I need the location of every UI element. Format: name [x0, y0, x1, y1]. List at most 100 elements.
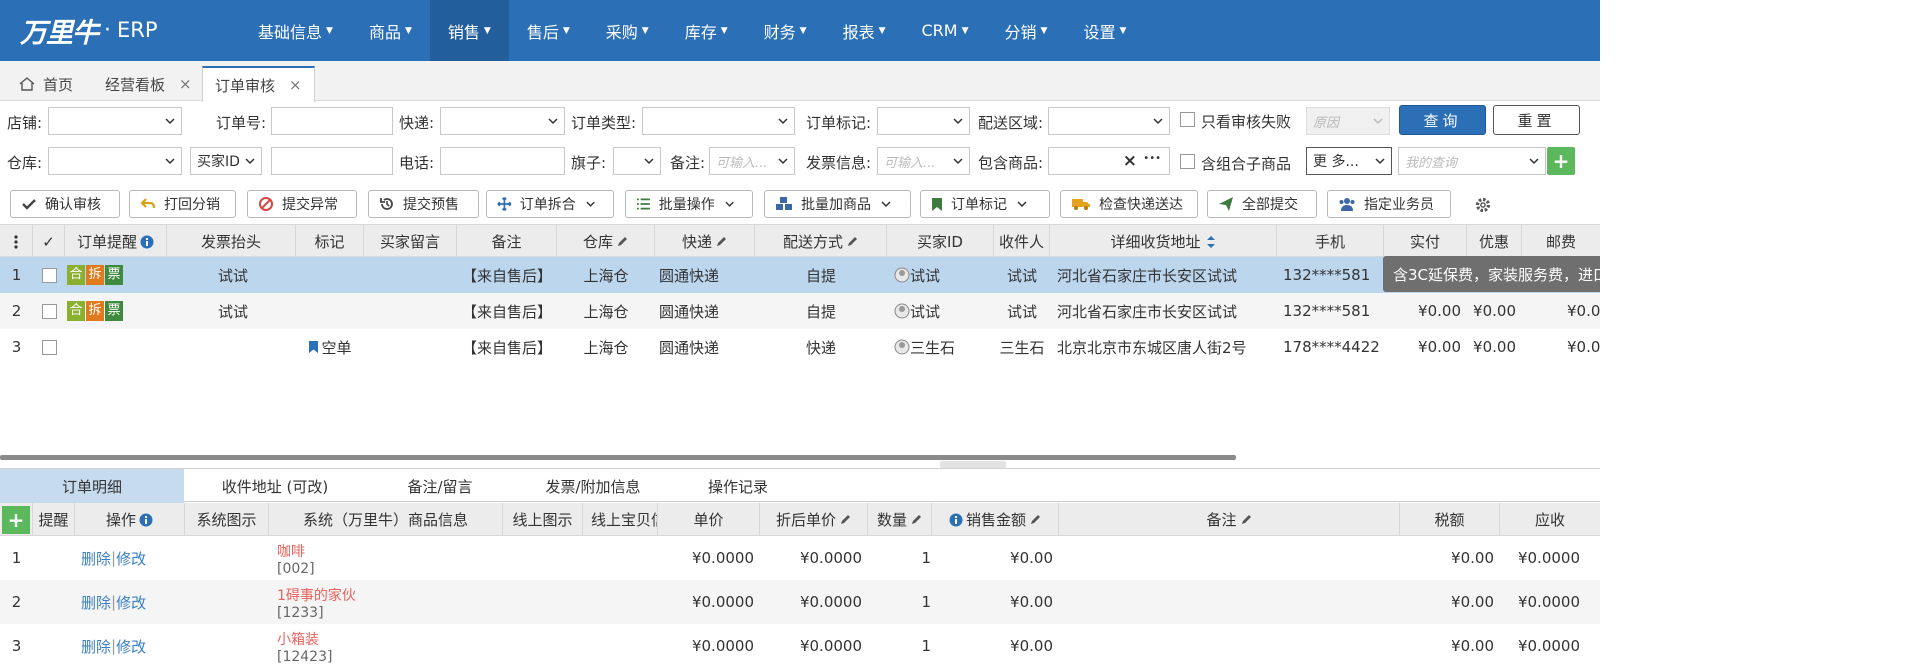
nav-after-sales[interactable]: 售后 ▼ — [509, 0, 588, 61]
order-type-select[interactable] — [642, 107, 795, 135]
col-reminder[interactable]: 提醒 — [33, 503, 75, 536]
my-query-select[interactable]: 我的查询 — [1398, 147, 1546, 175]
check-delivery-button[interactable]: 检查快递送达 — [1060, 190, 1198, 218]
confirm-review-button[interactable]: 确认审核 — [10, 190, 120, 218]
col-online-goods-info[interactable]: 线上宝贝信 — [583, 503, 658, 536]
order-mark-select[interactable] — [877, 107, 970, 135]
col-address[interactable]: 详细收货地址 — [1050, 225, 1277, 258]
nav-crm[interactable]: CRM ▼ — [904, 0, 987, 61]
shop-select[interactable] — [48, 107, 182, 135]
nav-finance[interactable]: 财务 ▼ — [746, 0, 825, 61]
logo[interactable]: 万里牛 · ERP — [20, 10, 158, 50]
edit-link[interactable]: 修改 — [116, 592, 146, 613]
list-item[interactable]: 3 删除 | 修改 小箱装 [12423] ¥0.0000 ¥0.0000 1 ¥0… — [0, 624, 1600, 668]
remark-select[interactable]: 可输入... — [709, 147, 795, 175]
only-failed-checkbox[interactable] — [1180, 112, 1195, 127]
col-warehouse[interactable]: 仓库 — [557, 225, 655, 258]
nav-settings[interactable]: 设置 ▼ — [1065, 0, 1144, 61]
tab-invoice-info[interactable]: 发票/附加信息 — [518, 469, 668, 503]
col-order-reminder[interactable]: 订单提醒 — [65, 225, 167, 258]
submit-exception-button[interactable]: 提交异常 — [247, 190, 357, 218]
col-delivery-method[interactable]: 配送方式 — [755, 225, 887, 258]
col-postage[interactable]: 邮费 — [1522, 225, 1600, 258]
col-express[interactable]: 快递 — [655, 225, 755, 258]
order-mark-button[interactable]: 订单标记 — [920, 190, 1050, 218]
col-mark[interactable]: 标记 — [296, 225, 364, 258]
col-unit-price[interactable]: 单价 — [658, 503, 760, 536]
add-query-button[interactable]: + — [1547, 147, 1575, 175]
column-menu-icon[interactable] — [0, 225, 33, 258]
tab-operation-log[interactable]: 操作记录 — [678, 469, 798, 503]
return-distribution-button[interactable]: 打回分销 — [129, 190, 236, 218]
nav-purchase[interactable]: 采购 ▼ — [588, 0, 667, 61]
product-name[interactable]: 1碍事的家伙 — [277, 585, 503, 605]
tab-shipping-address[interactable]: 收件地址 (可改) — [200, 469, 350, 503]
col-invoice-title[interactable]: 发票抬头 — [167, 225, 296, 258]
nav-inventory[interactable]: 库存 ▼ — [667, 0, 746, 61]
assign-salesman-button[interactable]: 指定业务员 — [1327, 190, 1451, 218]
col-remark[interactable]: 备注 — [457, 225, 557, 258]
combo-checkbox[interactable] — [1180, 154, 1195, 169]
delete-link[interactable]: 删除 — [81, 636, 111, 657]
col-operation[interactable]: 操作 — [75, 503, 185, 536]
invoice-select[interactable]: 可输入... — [877, 147, 970, 175]
batch-operation-button[interactable]: 批量操作 — [625, 190, 753, 218]
list-item[interactable]: 1 删除 | 修改 咖啡 [002] ¥0.0000 ¥0.0000 1 ¥0.00… — [0, 536, 1600, 580]
phone-input[interactable] — [440, 147, 565, 175]
col-quantity[interactable]: 数量 — [868, 503, 932, 536]
reset-button[interactable]: 重置 — [1493, 105, 1580, 135]
col-buyer-id[interactable]: 买家ID — [887, 225, 994, 258]
warehouse-select[interactable] — [48, 147, 182, 175]
col-phone[interactable]: 手机 — [1277, 225, 1384, 258]
tab-order-review[interactable]: 订单审核 × — [202, 66, 315, 102]
tab-remarks[interactable]: 备注/留言 — [380, 469, 500, 503]
nav-distribution[interactable]: 分销 ▼ — [987, 0, 1066, 61]
col-receivable[interactable]: 应收 — [1500, 503, 1600, 536]
clear-icon[interactable]: × — [1123, 151, 1137, 171]
col-discount-price[interactable]: 折后单价 — [760, 503, 868, 536]
close-icon[interactable]: × — [179, 75, 192, 93]
delete-link[interactable]: 删除 — [81, 548, 111, 569]
nav-basic-info[interactable]: 基础信息 ▼ — [240, 0, 351, 61]
delete-link[interactable]: 删除 — [81, 592, 111, 613]
nav-reports[interactable]: 报表 ▼ — [825, 0, 904, 61]
tab-home[interactable]: 首页 — [6, 66, 86, 101]
col-receiver[interactable]: 收件人 — [994, 225, 1050, 258]
row-checkbox[interactable] — [33, 257, 65, 293]
table-row[interactable]: 1 合拆票 试试 【来自售后】 上海仓 圆通快递 自提 试试 试试 河北省石家庄… — [0, 257, 1600, 293]
nav-sales[interactable]: 销售 ▼ — [429, 0, 509, 61]
table-row[interactable]: 2 合拆票 试试 【来自售后】 上海仓 圆通快递 自提 试试 试试 河北省石家庄… — [0, 293, 1600, 329]
product-name[interactable]: 咖啡 — [277, 541, 503, 561]
col-online-image[interactable]: 线上图示 — [503, 503, 583, 536]
area-select[interactable] — [1048, 107, 1170, 135]
order-no-input[interactable] — [271, 107, 393, 135]
col-tax[interactable]: 税额 — [1400, 503, 1500, 536]
row-checkbox[interactable] — [33, 293, 65, 329]
split-merge-button[interactable]: 订单拆合 — [486, 190, 614, 218]
tab-dashboard[interactable]: 经营看板 × — [92, 66, 205, 101]
panel-splitter-handle[interactable] — [940, 461, 1006, 468]
tab-order-detail[interactable]: 订单明细 — [0, 469, 184, 503]
edit-link[interactable]: 修改 — [116, 636, 146, 657]
select-all-checkbox[interactable]: ✓ — [33, 225, 65, 258]
submit-presale-button[interactable]: 提交预售 — [368, 190, 479, 218]
gear-icon[interactable] — [1474, 196, 1492, 214]
col-detail-remark[interactable]: 备注 — [1059, 503, 1400, 536]
close-icon[interactable]: × — [289, 76, 302, 94]
contains-goods-input[interactable]: × ••• — [1048, 147, 1170, 175]
horizontal-scrollbar[interactable] — [0, 455, 1236, 460]
buyer-type-select[interactable]: 买家ID — [190, 147, 262, 175]
table-row[interactable]: 3 空单 【来自售后】 上海仓 圆通快递 快递 三生石 三生石 北京北京市东城区… — [0, 329, 1600, 365]
flag-select[interactable] — [613, 147, 661, 175]
submit-all-button[interactable]: 全部提交 — [1207, 190, 1317, 218]
batch-add-goods-button[interactable]: 批量加商品 — [764, 190, 911, 218]
nav-goods[interactable]: 商品 ▼ — [351, 0, 430, 61]
col-buyer-message[interactable]: 买家留言 — [364, 225, 457, 258]
express-select[interactable] — [440, 107, 565, 135]
list-item[interactable]: 2 删除 | 修改 1碍事的家伙 [1233] ¥0.0000 ¥0.0000 1 … — [0, 580, 1600, 624]
more-filter-select[interactable]: 更 多... — [1306, 147, 1392, 175]
buyer-id-input[interactable] — [271, 147, 393, 175]
query-button[interactable]: 查询 — [1399, 105, 1486, 135]
add-item-button[interactable]: + — [0, 503, 33, 536]
product-name[interactable]: 小箱装 — [277, 629, 503, 649]
